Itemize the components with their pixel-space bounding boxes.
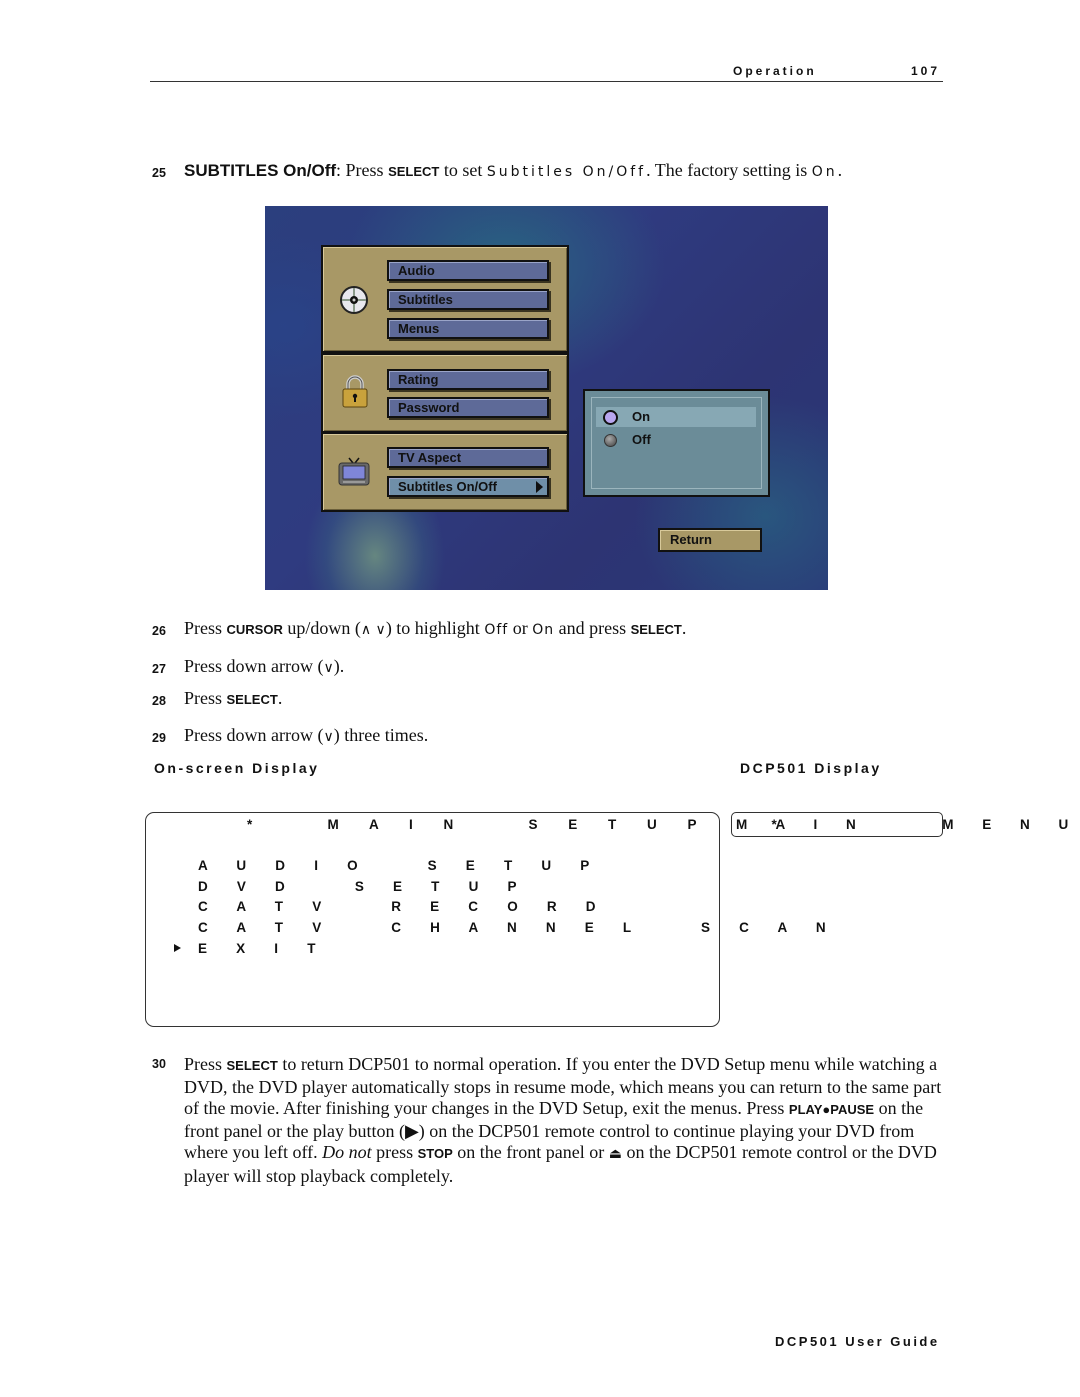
option-label: Off [632,432,651,447]
step-number: 26 [152,624,166,638]
menu-item-menus[interactable]: Menus [387,318,549,339]
step-text: Press down arrow (∨). [184,656,345,676]
osd-item-catv-record[interactable]: C A T V R E C O R D [198,899,604,914]
lcd-text: M A I N M E N U [736,817,1078,832]
menu-group-display: TV Aspect Subtitles On/Off [321,432,569,512]
options-inner-frame: On Off [591,397,762,489]
osd-item-audio-setup[interactable]: A U D I O S E T U P [198,858,598,873]
step-number: 28 [152,694,166,708]
radio-unselected-icon [604,434,617,447]
osd-item-catv-channel-scan[interactable]: C A T V C H A N N E L S C A N [198,920,834,935]
dcp501-display-heading: DCP501 Display [740,760,882,776]
menu-item-audio[interactable]: Audio [387,260,549,281]
page-number: 107 [911,64,941,78]
menu-item-label: Subtitles On/Off [398,479,497,494]
menu-item-tv-aspect[interactable]: TV Aspect [387,447,549,468]
step-number: 30 [152,1057,166,1071]
menu-group-parental: Rating Password [321,353,569,433]
menu-group-language: Audio Subtitles Menus [321,245,569,353]
disc-icon [340,286,368,314]
option-off[interactable]: Off [596,430,756,450]
menu-item-subtitles-on-off[interactable]: Subtitles On/Off [387,476,549,497]
step-number: 29 [152,731,166,745]
eject-icon: ⏏ [608,1146,622,1162]
osd-item-exit[interactable]: E X I T [198,941,324,956]
step-30-text: Press SELECT to return DCP501 to normal … [184,1054,942,1186]
step-number: 25 [152,166,166,180]
submenu-arrow-icon [536,481,543,493]
onscreen-display-heading: On-screen Display [154,760,320,776]
dvd-setup-screenshot: Audio Subtitles Menus Rating Password TV… [265,206,828,590]
step-number: 27 [152,662,166,676]
option-on[interactable]: On [596,407,756,427]
running-header-section: Operation [733,64,817,78]
tv-icon [338,457,370,486]
osd-title: * M A I N S E T U P * [247,817,786,832]
subtitles-options-box: On Off [583,389,770,497]
step-text: Press down arrow (∨) three times. [184,725,429,745]
running-footer: DCP501 User Guide [775,1334,940,1349]
osd-cursor-arrow-icon [174,944,181,952]
radio-selected-icon [603,410,618,425]
step-text: Press SELECT. [184,688,283,708]
option-label: On [632,409,651,424]
step-text: SUBTITLES On/Off: Press SELECT to set Su… [184,160,843,180]
osd-item-dvd-setup[interactable]: D V D S E T U P [198,879,525,894]
menu-item-subtitles[interactable]: Subtitles [387,289,549,310]
lock-icon [342,375,368,408]
header-rule [150,81,943,82]
menu-item-rating[interactable]: Rating [387,369,549,390]
step-text: Press CURSOR up/down (∧ ∨) to highlight … [184,618,687,638]
menu-item-password[interactable]: Password [387,397,549,418]
return-button[interactable]: Return [658,528,762,552]
